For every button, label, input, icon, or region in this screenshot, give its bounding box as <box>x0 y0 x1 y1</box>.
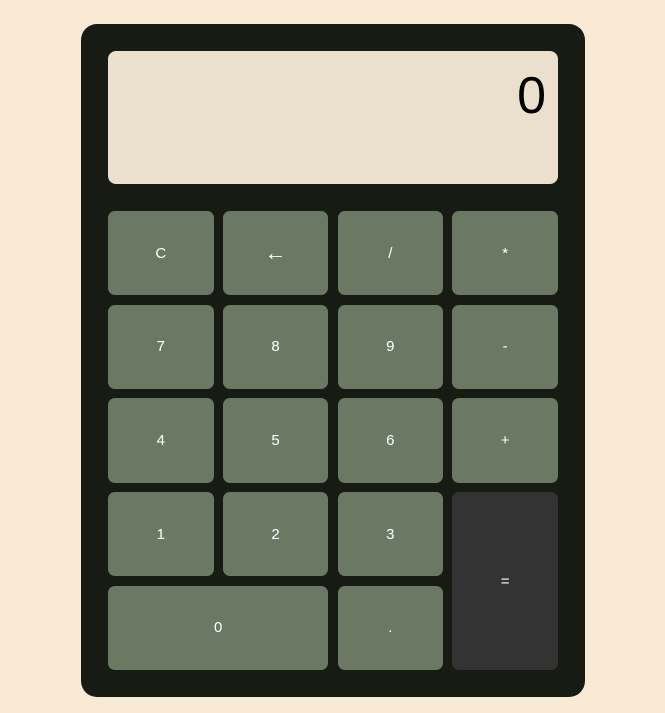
calculator: 0 C ← / * 7 8 9 - 4 5 6 + 1 2 3 = 0 . <box>81 24 585 697</box>
digit-9-button[interactable]: 9 <box>337 304 444 390</box>
display: 0 <box>108 51 558 184</box>
clear-button[interactable]: C <box>108 211 214 296</box>
plus-button[interactable]: + <box>452 398 558 483</box>
digit-4-button[interactable]: 4 <box>108 398 214 483</box>
divide-button[interactable]: / <box>337 211 444 296</box>
digit-1-button[interactable]: 1 <box>108 492 214 577</box>
digit-0-button[interactable]: 0 <box>108 585 329 671</box>
display-value: 0 <box>517 67 546 125</box>
minus-button[interactable]: - <box>452 304 558 390</box>
equals-button[interactable]: = <box>452 492 558 671</box>
digit-3-button[interactable]: 3 <box>337 492 444 577</box>
digit-6-button[interactable]: 6 <box>337 398 444 483</box>
digit-5-button[interactable]: 5 <box>222 398 329 483</box>
keypad: C ← / * 7 8 9 - 4 5 6 + 1 2 3 = 0 . <box>108 211 558 671</box>
multiply-button[interactable]: * <box>452 211 558 296</box>
decimal-button[interactable]: . <box>337 585 444 671</box>
digit-2-button[interactable]: 2 <box>222 492 329 577</box>
digit-7-button[interactable]: 7 <box>108 304 214 390</box>
backspace-button[interactable]: ← <box>222 211 329 296</box>
digit-8-button[interactable]: 8 <box>222 304 329 390</box>
